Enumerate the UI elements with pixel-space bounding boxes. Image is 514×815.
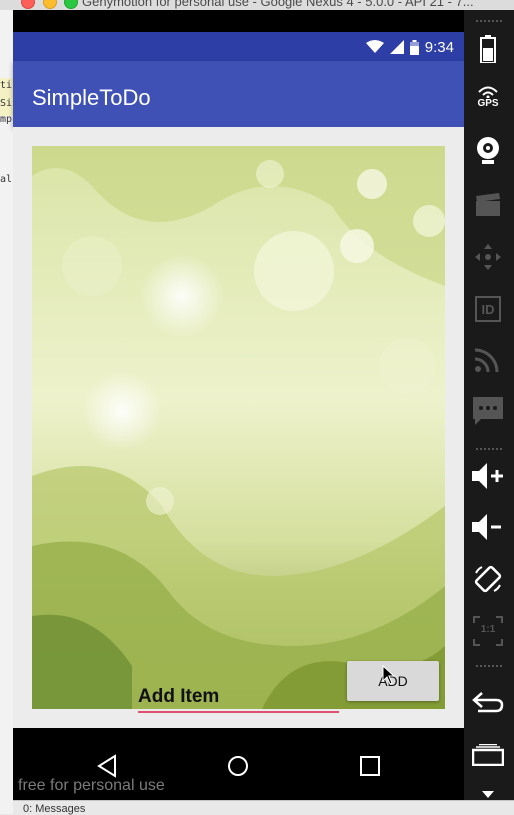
main-content [13, 127, 464, 728]
identifiers-icon[interactable]: ID [471, 292, 505, 326]
status-time: 9:34 [424, 38, 454, 56]
device-screen: 9:34 SimpleToDo Add Item ADD free for pe… [13, 10, 464, 800]
add-item-input[interactable] [138, 683, 339, 713]
ide-code-line: tir [0, 80, 13, 91]
ide-code-line: Si [0, 98, 13, 109]
gps-label: GPS [477, 97, 499, 109]
navigation-bar: free for personal use [13, 728, 464, 800]
pixel-perfect-label: 1:1 [480, 624, 496, 635]
zoom-window-button[interactable] [64, 0, 78, 9]
battery-icon [409, 39, 419, 55]
toolbar-separator [476, 20, 502, 22]
wifi-icon [365, 40, 384, 53]
dpad-icon[interactable] [471, 240, 505, 274]
ide-bottom-bar: 0: Messages [13, 800, 514, 815]
app-bar: SimpleToDo [13, 61, 464, 127]
genymotion-toolbar: GPS ID 1:1 [464, 10, 514, 800]
minimize-window-button[interactable] [43, 0, 57, 9]
mouse-cursor-icon [382, 665, 396, 685]
back-icon[interactable] [95, 754, 119, 778]
webcam-icon[interactable] [471, 134, 505, 168]
back-icon[interactable] [471, 685, 505, 719]
messages-tab[interactable]: 0: Messages [23, 803, 85, 815]
watermark-text: free for personal use [18, 777, 165, 794]
volume-up-icon[interactable] [471, 459, 505, 493]
recent-apps-icon[interactable] [471, 738, 505, 772]
sms-icon[interactable] [471, 394, 505, 428]
network-icon[interactable] [471, 342, 505, 376]
media-icon[interactable] [471, 188, 505, 222]
app-title: SimpleToDo [32, 85, 151, 110]
cellular-icon [389, 40, 404, 54]
volume-down-icon[interactable] [471, 510, 505, 544]
ide-code-line: mp [0, 114, 13, 125]
window-title: Genymotion for personal use - Google Nex… [82, 0, 474, 9]
status-bar: 9:34 [13, 32, 464, 61]
identifiers-label: ID [481, 301, 495, 317]
pixel-perfect-icon[interactable]: 1:1 [471, 614, 505, 648]
recents-icon[interactable] [358, 754, 382, 778]
bokeh-background-image [32, 146, 445, 709]
ide-code-line: al [0, 174, 13, 185]
toolbar-separator [476, 448, 502, 450]
rotate-icon[interactable] [471, 562, 505, 596]
gps-icon[interactable]: GPS [471, 80, 505, 114]
ide-editor-sliver: tir Si mp al [0, 10, 14, 814]
home-icon[interactable] [226, 754, 250, 778]
close-window-button[interactable] [21, 0, 35, 9]
battery-icon[interactable] [471, 32, 505, 66]
toolbar-separator [476, 665, 502, 667]
